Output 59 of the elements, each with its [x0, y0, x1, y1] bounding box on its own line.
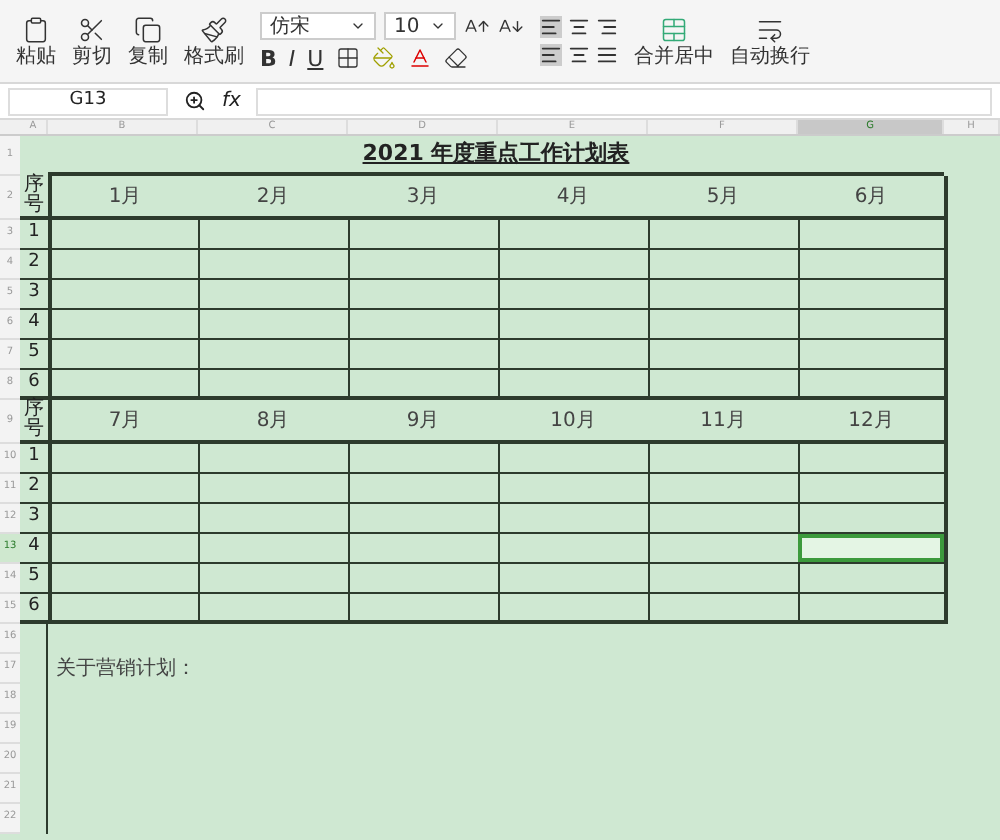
- painter-button[interactable]: 格式刷: [184, 15, 244, 67]
- table-cell[interactable]: [798, 534, 944, 562]
- month-header: 1月: [48, 176, 198, 216]
- number-header: 序号: [24, 176, 44, 216]
- row-number: 6: [28, 369, 40, 396]
- copy-button[interactable]: 复制: [128, 15, 168, 67]
- month-header: 3月: [404, 183, 442, 211]
- month-header: 6月: [852, 183, 890, 211]
- row-number: 3: [28, 280, 40, 307]
- row-number: 5: [28, 340, 40, 367]
- cut-icon: [78, 15, 106, 43]
- month-header: 8月: [254, 407, 292, 435]
- align-left-icon[interactable]: [540, 44, 562, 66]
- row-number: 6: [28, 593, 40, 620]
- borders-icon[interactable]: [335, 46, 360, 70]
- row-number: 2: [28, 474, 40, 501]
- font-select[interactable]: 仿宋: [260, 12, 376, 40]
- fx-label: fx: [222, 88, 241, 116]
- cut-button[interactable]: 剪切: [72, 15, 112, 67]
- name-box[interactable]: G13: [8, 87, 168, 115]
- month-header: 4月: [554, 183, 592, 211]
- wrap-icon: [756, 15, 784, 43]
- merge-icon: [660, 15, 688, 43]
- text-style-button[interactable]: U: [307, 47, 324, 69]
- zoom-icon[interactable]: [184, 90, 206, 112]
- row-number: 4: [28, 534, 40, 561]
- fill-color-icon[interactable]: [371, 46, 396, 70]
- paste-icon: [22, 15, 50, 43]
- month-header: 11月: [698, 407, 748, 435]
- align-justify-icon[interactable]: [596, 44, 618, 66]
- eraser-icon[interactable]: [443, 46, 468, 70]
- dropdown-icon: [430, 18, 446, 34]
- row-number: 4: [28, 310, 40, 337]
- month-header: 7月: [48, 400, 198, 440]
- copy-icon: [134, 15, 162, 43]
- painter-icon: [200, 15, 228, 43]
- month-header: 5月: [704, 183, 742, 211]
- text-style-button[interactable]: I: [288, 47, 296, 69]
- row-number: 1: [28, 220, 40, 247]
- number-header: 序号: [24, 400, 44, 440]
- row-number: 2: [28, 250, 40, 277]
- month-header: 9月: [404, 407, 442, 435]
- text-style-button[interactable]: B: [260, 47, 277, 69]
- sheet-title: 2021 年度重点工作计划表: [362, 137, 630, 170]
- note-text: 关于营销计划：: [54, 655, 196, 684]
- merge-center-button[interactable]: 合并居中: [634, 15, 714, 67]
- align-center-icon[interactable]: [568, 44, 590, 66]
- formula-field[interactable]: [256, 87, 992, 115]
- row-number: 1: [28, 444, 40, 471]
- font-size-select[interactable]: 10: [384, 12, 456, 40]
- month-header: 2月: [254, 183, 292, 211]
- month-header: 12月: [846, 407, 896, 435]
- font-color-icon[interactable]: [407, 46, 432, 70]
- wrap-text-button[interactable]: 自动换行: [730, 15, 810, 67]
- month-header: 10月: [548, 407, 598, 435]
- paste-button[interactable]: 粘贴: [16, 15, 56, 67]
- row-number: 3: [28, 504, 40, 531]
- row-number: 5: [28, 564, 40, 591]
- dropdown-icon: [350, 18, 366, 34]
